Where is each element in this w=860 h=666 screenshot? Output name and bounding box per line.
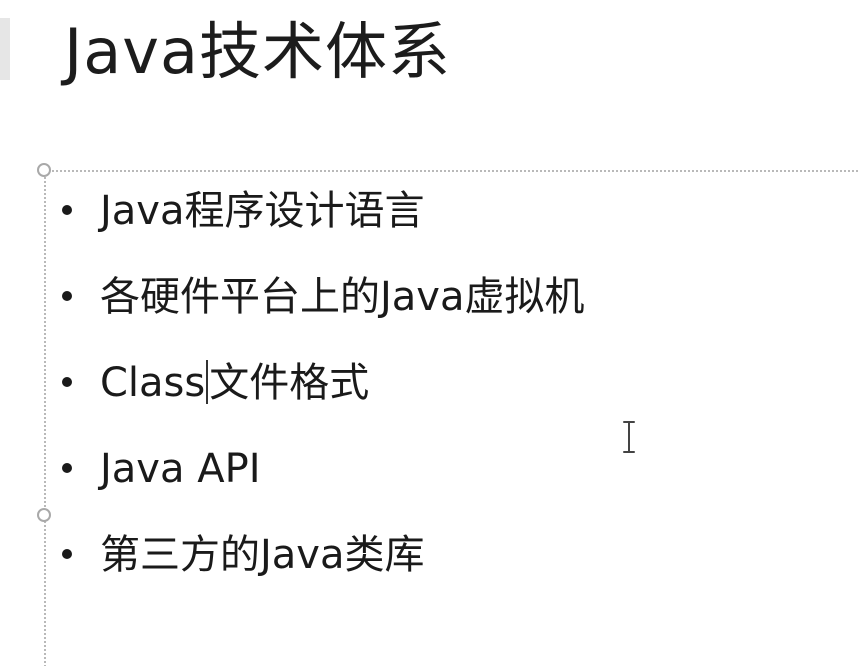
bullet-text-after-caret: 文件格式 [209, 360, 370, 406]
bullet-list[interactable]: Java程序设计语言 各硬件平台上的Java虚拟机 Class 文件格式 Java… [62, 180, 585, 610]
bullet-dot-icon [62, 377, 72, 387]
bullet-dot-icon [62, 463, 72, 473]
bullet-text-before-caret: Class [100, 360, 206, 406]
list-item[interactable]: 各硬件平台上的Java虚拟机 [62, 266, 585, 352]
bullet-dot-icon [62, 549, 72, 559]
bullet-dot-icon [62, 291, 72, 301]
slide-left-accent [0, 18, 10, 80]
list-item[interactable]: Java程序设计语言 [62, 180, 585, 266]
bullet-text: Java程序设计语言 [100, 188, 425, 234]
bullet-dot-icon [62, 205, 72, 215]
slide-title[interactable]: Java技术体系 [64, 6, 451, 98]
bullet-text: 各硬件平台上的Java虚拟机 [100, 274, 585, 320]
list-item[interactable]: Java API [62, 438, 585, 524]
list-item[interactable]: 第三方的Java类库 [62, 524, 585, 610]
text-caret [206, 360, 209, 404]
list-item[interactable]: Class 文件格式 [62, 352, 585, 438]
ibeam-cursor-icon [623, 421, 635, 453]
resize-handle-icon[interactable] [37, 508, 51, 522]
bullet-text: 第三方的Java类库 [100, 532, 425, 578]
resize-handle-icon[interactable] [37, 163, 51, 177]
bullet-text: Java API [100, 446, 261, 492]
